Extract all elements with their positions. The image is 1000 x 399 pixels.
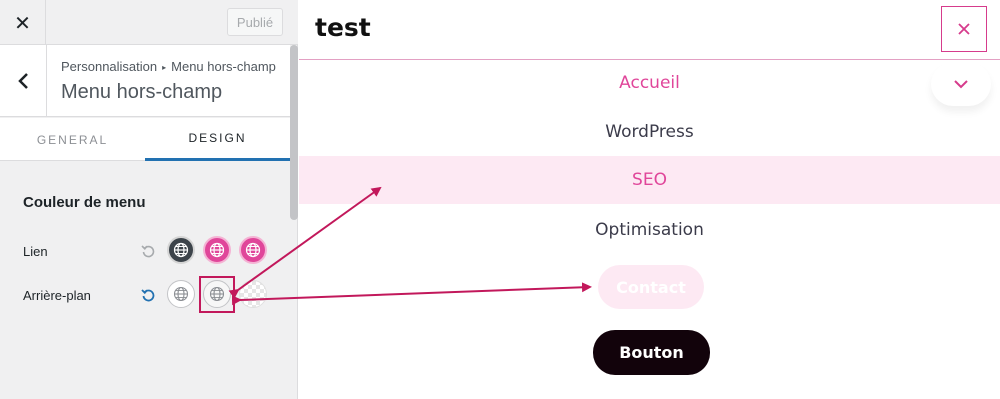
- tab-design[interactable]: DESIGN: [145, 118, 290, 161]
- reset-link-color-icon[interactable]: [141, 244, 155, 258]
- panel-scrollbar[interactable]: [290, 45, 298, 220]
- breadcrumb-parent: Personnalisation: [61, 59, 158, 74]
- link-color-swatch-hover[interactable]: [203, 236, 231, 264]
- menu-item-wordpress[interactable]: WordPress: [299, 122, 1000, 142]
- menu-item-optimisation[interactable]: Optimisation: [299, 220, 1000, 240]
- background-color-label: Arrière-plan: [23, 288, 91, 303]
- link-color-swatch-active[interactable]: [239, 236, 267, 264]
- globe-icon: [245, 242, 261, 258]
- site-title[interactable]: test: [315, 13, 371, 42]
- background-color-swatch-normal[interactable]: [167, 280, 195, 308]
- site-preview: test Accueil WordPress SEO Optimisation …: [299, 0, 1000, 399]
- close-icon: [958, 23, 970, 35]
- chevron-left-icon: [18, 73, 28, 89]
- section-title: Menu hors-champ: [61, 81, 223, 103]
- back-button[interactable]: [0, 45, 47, 117]
- section-header: Personnalisation ▸ Menu hors-champ Menu ho…: [0, 45, 290, 117]
- breadcrumb: Personnalisation ▸ Menu hors-champ: [61, 59, 276, 74]
- breadcrumb-separator-icon: ▸: [162, 63, 167, 72]
- menu-item-seo[interactable]: SEO: [299, 170, 1000, 190]
- close-customizer-button[interactable]: ✕: [0, 0, 46, 45]
- globe-icon: [173, 242, 189, 258]
- publish-button[interactable]: Publié: [227, 8, 283, 36]
- customizer-panel: ✕ Publié Personnalisation ▸ Menu hors-cham…: [0, 0, 298, 399]
- menu-item-accueil[interactable]: Accueil: [299, 73, 1000, 93]
- tab-general[interactable]: GENERAL: [0, 118, 145, 161]
- customizer-screen: ✕ Publié Personnalisation ▸ Menu hors-cham…: [0, 0, 1000, 399]
- menu-color-title: Couleur de menu: [23, 194, 146, 211]
- customizer-topbar: ✕ Publié: [0, 0, 298, 45]
- link-color-label: Lien: [23, 244, 48, 259]
- background-color-swatch-active[interactable]: [239, 280, 267, 308]
- link-color-swatch-normal[interactable]: [167, 236, 195, 264]
- reset-background-color-icon[interactable]: [141, 288, 155, 302]
- menu-item-contact[interactable]: Contact: [598, 265, 704, 309]
- tab-bar: GENERAL DESIGN: [0, 118, 290, 161]
- globe-icon: [209, 242, 225, 258]
- breadcrumb-current: Menu hors-champ: [171, 59, 276, 74]
- cta-button[interactable]: Bouton: [593, 330, 710, 375]
- globe-icon: [173, 286, 189, 302]
- close-menu-button[interactable]: [941, 6, 987, 52]
- menu-divider: [299, 59, 1000, 60]
- annotation-highlight-box: [199, 276, 235, 313]
